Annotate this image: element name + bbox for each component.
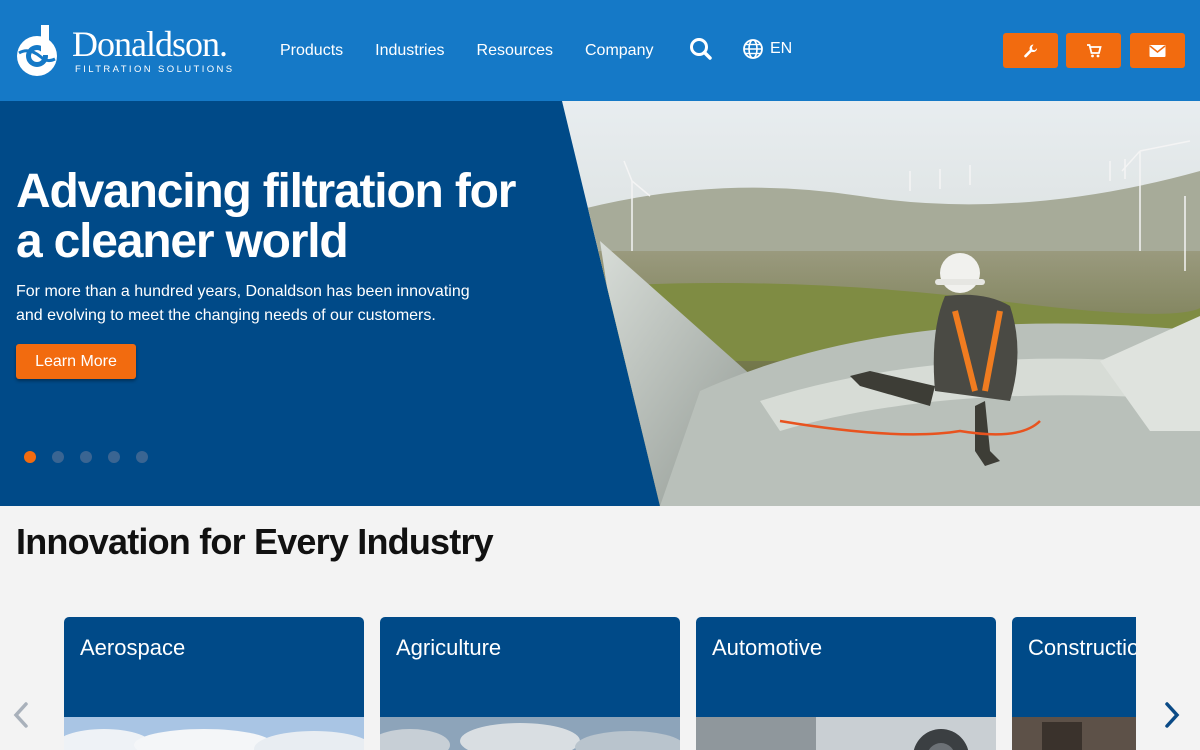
aerospace-clouds-image [64,717,364,750]
industry-card-title: Automotive [712,635,823,660]
industry-card-title: Aerospace [80,635,186,660]
slider-dot-5[interactable] [136,451,148,463]
language-label: EN [770,40,793,57]
envelope-icon [1149,44,1166,57]
hero-title: Advancing filtration for a cleaner world [16,165,516,268]
industry-card-title: Construction [1028,635,1136,660]
slider-dot-4[interactable] [108,451,120,463]
industry-card-automotive[interactable]: Automotive [696,617,996,750]
tools-button[interactable] [1003,33,1058,68]
cart-icon [1086,43,1102,57]
search-icon [690,38,712,60]
site-header: Donaldson. FILTRATION SOLUTIONS Products… [0,0,1200,101]
learn-more-button[interactable]: Learn More [16,344,136,379]
nav-resources[interactable]: Resources [461,42,569,60]
logo-mark-icon [17,25,57,76]
main-nav: Products Industries Resources Company [264,0,669,101]
cart-button[interactable] [1066,33,1121,68]
contact-button[interactable] [1130,33,1185,68]
automotive-truck-image [696,717,996,750]
industry-card-title: Agriculture [396,635,502,660]
nav-company[interactable]: Company [569,42,669,60]
slider-dot-2[interactable] [52,451,64,463]
language-selector[interactable]: EN [742,38,792,60]
industry-card-construction[interactable]: Construction [1012,617,1136,750]
slider-dots [24,451,164,463]
wrench-icon [1023,44,1037,57]
industries-carousel: Aerospace Agriculture Automotive Constru… [64,617,1136,750]
hero-description: For more than a hundred years, Donaldson… [16,283,470,324]
industry-card-aerospace[interactable]: Aerospace [64,617,364,750]
logo-name: Donaldson. [72,23,228,64]
donaldson-logo[interactable]: Donaldson. FILTRATION SOLUTIONS [15,22,240,78]
agriculture-sky-image [380,717,680,750]
logo-tagline: FILTRATION SOLUTIONS [75,63,235,75]
construction-image [1012,717,1136,750]
hero-banner: Advancing filtration for a cleaner world… [0,101,1200,506]
slider-dot-3[interactable] [80,451,92,463]
carousel-next-arrow-icon[interactable] [1159,700,1183,730]
industry-card-agriculture[interactable]: Agriculture [380,617,680,750]
industries-heading: Innovation for Every Industry [16,521,494,562]
carousel-prev-arrow-icon[interactable] [10,700,34,730]
search-button[interactable] [688,36,714,62]
globe-icon [743,39,763,59]
slider-dot-1[interactable] [24,451,36,463]
nav-products[interactable]: Products [264,42,359,60]
nav-industries[interactable]: Industries [359,42,460,60]
